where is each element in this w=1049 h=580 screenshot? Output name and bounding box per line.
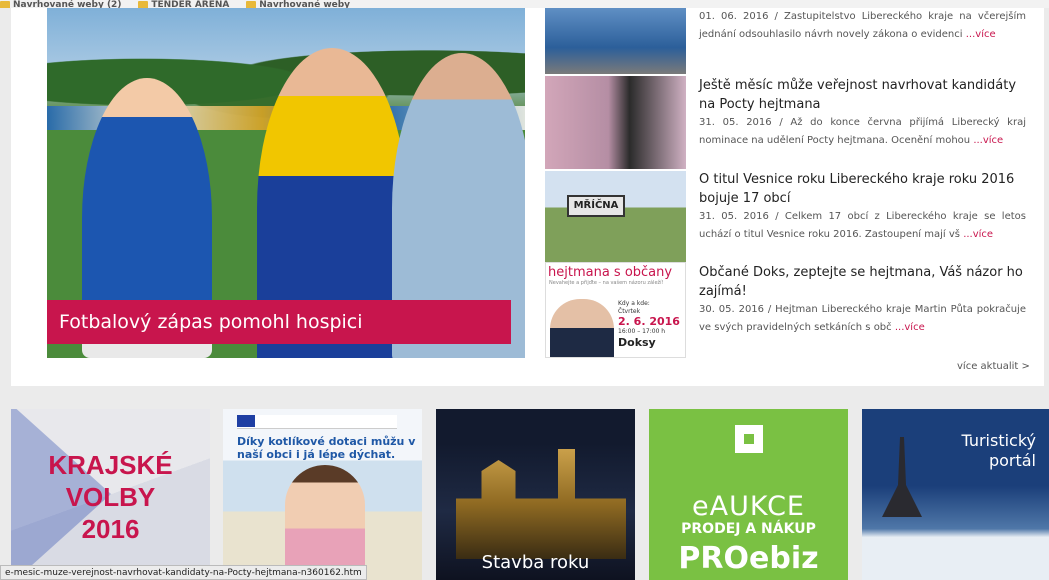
banner-brand: PROebiz xyxy=(678,541,819,576)
news-thumb-2[interactable] xyxy=(545,76,686,169)
more-link[interactable]: ...více xyxy=(966,29,996,40)
meeting-when-label: Kdy a kde: xyxy=(618,300,650,307)
thumb-heading: hejtmana s občany xyxy=(548,265,673,280)
all-news-link[interactable]: více aktualit > xyxy=(957,361,1030,372)
news-excerpt: 30. 05. 2016 / Hejtman Libereckého kraje… xyxy=(699,304,1026,333)
news-item: 01. 06. 2016 / Zastupitelstvo Libereckéh… xyxy=(699,8,1026,44)
bookmark-item[interactable]: Navrhované weby xyxy=(246,0,350,8)
more-link[interactable]: ...více xyxy=(973,135,1003,146)
banner-text: KRAJSKÉ VOLBY 2016 xyxy=(48,450,173,544)
banner-text: Stavba roku xyxy=(481,552,590,573)
eu-flag-icon xyxy=(237,415,255,427)
folder-icon xyxy=(138,0,149,8)
more-link[interactable]: ...více xyxy=(895,322,925,333)
jested-tower-icon xyxy=(882,437,922,517)
meeting-info: Kdy a kde: Čtvrtek 2. 6. 2016 16:00 – 17… xyxy=(618,300,680,350)
banner-text: eAUKCE xyxy=(692,491,805,522)
eu-logo-strip xyxy=(237,415,397,429)
folder-icon xyxy=(246,0,257,8)
news-title[interactable]: Ještě měsíc může veřejnost navrhovat kan… xyxy=(699,76,1026,114)
news-excerpt: 31. 05. 2016 / Až do konce června přijím… xyxy=(699,117,1026,146)
bookmarks-bar: Navrhované weby (2) TENDER ARENA Navrhov… xyxy=(0,0,1049,8)
news-excerpt: 31. 05. 2016 / Celkem 17 obcí z Libereck… xyxy=(699,211,1026,240)
news-excerpt: 01. 06. 2016 / Zastupitelstvo Libereckéh… xyxy=(699,11,1026,40)
news-item: Občané Doks, zeptejte se hejtmana, Váš n… xyxy=(699,263,1026,337)
girl-photo xyxy=(285,465,365,580)
hero-caption[interactable]: Fotbalový zápas pomohl hospici xyxy=(47,300,511,344)
banner-stavba-roku[interactable]: Stavba roku xyxy=(436,409,635,580)
village-sign: MŘÍČNA xyxy=(567,195,625,217)
meeting-time: 16:00 – 17:00 h xyxy=(618,328,666,335)
eaukce-logo-icon xyxy=(735,425,763,453)
banner-krajske-volby[interactable]: KRAJSKÉ VOLBY 2016 xyxy=(11,409,210,580)
news-title[interactable]: O titul Vesnice roku Libereckého kraje r… xyxy=(699,170,1026,208)
banner-text: Díky kotlíkové dotaci můžu v naší obci i… xyxy=(237,435,416,461)
news-thumb-1[interactable] xyxy=(545,8,686,74)
news-item: Ještě měsíc může veřejnost navrhovat kan… xyxy=(699,76,1026,150)
building-photo xyxy=(456,449,626,559)
status-bar-url: e-mesic-muze-verejnost-navrhovat-kandida… xyxy=(0,565,367,580)
banner-turisticky-portal[interactable]: Turistický portál xyxy=(862,409,1049,580)
thumb-subheading: Nevahejte a přijďte – na vašem názoru zá… xyxy=(549,280,664,286)
bookmark-item[interactable]: TENDER ARENA xyxy=(138,0,229,8)
news-item: O titul Vesnice roku Libereckého kraje r… xyxy=(699,170,1026,244)
news-thumb-3[interactable]: MŘÍČNA xyxy=(545,171,686,262)
meeting-date: 2. 6. 2016 xyxy=(618,315,680,328)
banner-eaukce[interactable]: eAUKCE PRODEJ A NÁKUP PROebiz xyxy=(649,409,848,580)
folder-icon xyxy=(0,0,10,8)
bookmark-item[interactable]: Navrhované weby (2) xyxy=(0,0,121,8)
banner-subtext: PRODEJ A NÁKUP xyxy=(681,521,816,537)
news-thumb-4[interactable]: hejtmana s občany Nevahejte a přijďte – … xyxy=(545,262,686,358)
meeting-city: Doksy xyxy=(618,336,656,349)
hero-image[interactable]: Fotbalový zápas pomohl hospici xyxy=(47,8,525,358)
governor-photo xyxy=(550,299,614,357)
news-title[interactable]: Občané Doks, zeptejte se hejtmana, Váš n… xyxy=(699,263,1026,301)
more-link[interactable]: ...více xyxy=(963,229,993,240)
banner-text: Turistický portál xyxy=(961,431,1036,470)
banner-kotlikova-dotace[interactable]: Díky kotlíkové dotaci můžu v naší obci i… xyxy=(223,409,422,580)
